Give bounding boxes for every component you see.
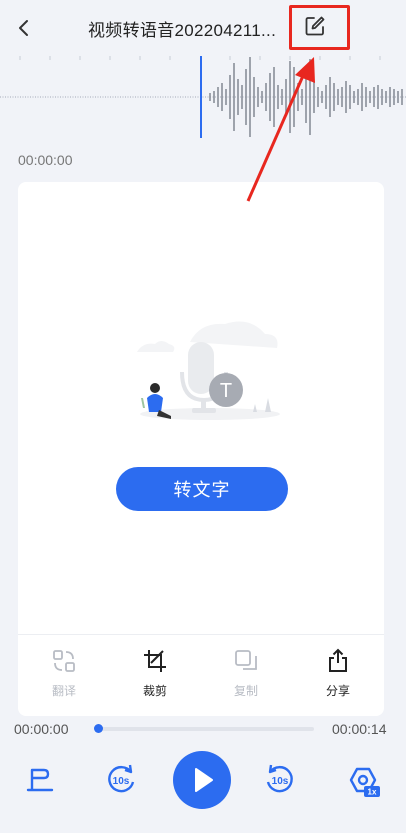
mark-flag-icon[interactable] <box>20 760 60 800</box>
highlight-box <box>289 5 350 50</box>
copy-label: 复制 <box>233 684 258 698</box>
translate-label: 翻译 <box>51 684 76 698</box>
crop-label: 裁剪 <box>142 684 167 698</box>
chevron-left-icon[interactable] <box>10 14 38 42</box>
progress-thumb[interactable] <box>94 724 103 733</box>
rewind-10s-icon[interactable]: 10s <box>101 760 141 800</box>
start-time: 00:00:00 <box>14 721 69 737</box>
crop-icon <box>144 650 166 672</box>
speed-label: 1x <box>368 788 377 797</box>
end-time: 00:00:14 <box>332 721 387 737</box>
divider <box>18 634 384 635</box>
current-time: 00:00:00 <box>18 152 73 168</box>
share-icon <box>329 648 347 672</box>
translate-button[interactable]: 翻译 <box>34 648 94 708</box>
rewind-label: 10s <box>113 776 130 787</box>
playback-speed-icon[interactable]: 1x <box>343 760 383 800</box>
share-label: 分享 <box>325 684 350 698</box>
play-button[interactable] <box>173 751 231 809</box>
copy-button[interactable]: 复制 <box>216 648 276 708</box>
progress-bar[interactable] <box>98 727 314 731</box>
annotation-arrow <box>246 57 315 202</box>
transcript-card <box>18 182 384 716</box>
share-button[interactable]: 分享 <box>308 648 368 708</box>
audio-waveform[interactable] <box>0 56 406 138</box>
empty-state-illustration: T <box>137 321 280 420</box>
play-icon <box>195 768 213 792</box>
forward-label: 10s <box>272 776 289 787</box>
convert-to-text-button[interactable]: 转文字 <box>116 467 288 511</box>
svg-text:T: T <box>220 380 232 402</box>
crop-button[interactable]: 裁剪 <box>125 648 185 708</box>
translate-icon <box>53 650 75 672</box>
copy-icon <box>235 650 257 670</box>
page-title: 视频转语音202204211... <box>88 21 277 40</box>
forward-10s-icon[interactable]: 10s <box>260 760 300 800</box>
